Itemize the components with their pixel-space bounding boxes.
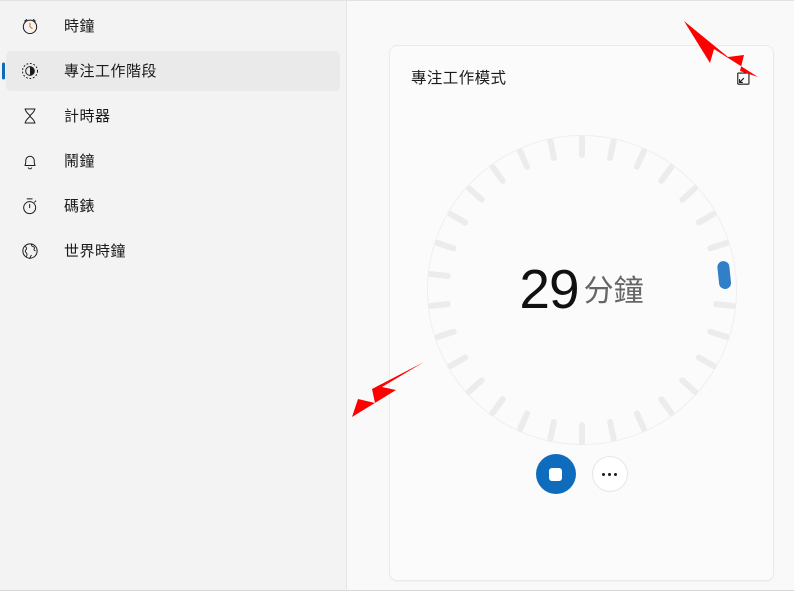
timer-minutes-value: 29 xyxy=(519,257,579,320)
sidebar-item-label: 時鐘 xyxy=(64,17,96,35)
sidebar-item-label: 碼錶 xyxy=(64,197,96,215)
more-ellipsis-icon xyxy=(602,472,605,476)
sidebar-item-world-clock[interactable]: 世界時鐘 xyxy=(6,231,340,271)
dial-readout: 29 分鐘 xyxy=(427,135,737,445)
stopwatch-icon xyxy=(18,194,42,218)
more-options-button[interactable] xyxy=(591,456,628,492)
more-ellipsis-icon xyxy=(614,472,617,476)
pop-out-mini-view-icon[interactable] xyxy=(730,66,756,92)
main-content-area: 專注工作模式 29 分鐘 xyxy=(347,1,794,590)
bell-alarm-icon xyxy=(18,149,42,173)
timer-controls xyxy=(535,454,628,494)
focus-session-card: 專注工作模式 29 分鐘 xyxy=(389,45,774,581)
more-ellipsis-icon xyxy=(608,472,611,476)
stop-button[interactable] xyxy=(535,454,576,494)
focus-timer-dial[interactable]: 29 分鐘 xyxy=(426,135,737,445)
card-title: 專注工作模式 xyxy=(411,70,507,88)
focus-session-icon xyxy=(18,59,42,83)
sidebar-item-timer[interactable]: 計時器 xyxy=(6,96,340,136)
alarm-clock-icon xyxy=(18,14,42,38)
sidebar-item-alarm[interactable]: 鬧鐘 xyxy=(6,141,340,181)
sidebar-navigation: 時鐘 專注工作階段 計時器 鬧鐘 碼錶 世界時鐘 xyxy=(0,1,347,590)
sidebar-item-label: 鬧鐘 xyxy=(64,152,96,170)
sidebar-item-label: 世界時鐘 xyxy=(64,242,127,260)
hourglass-timer-icon xyxy=(18,104,42,128)
clock-app-window: 時鐘 專注工作階段 計時器 鬧鐘 碼錶 世界時鐘 專注工作模式 29 分鐘 xyxy=(0,0,794,591)
sidebar-item-label: 專注工作階段 xyxy=(64,62,158,80)
sidebar-item-label: 計時器 xyxy=(64,107,111,125)
timer-minutes-unit: 分鐘 xyxy=(583,275,644,308)
sidebar-item-clock[interactable]: 時鐘 xyxy=(6,6,340,46)
globe-world-clock-icon xyxy=(18,239,42,263)
sidebar-item-stopwatch[interactable]: 碼錶 xyxy=(6,186,340,226)
stop-square-icon xyxy=(549,467,562,481)
sidebar-item-focus-sessions[interactable]: 專注工作階段 xyxy=(2,51,340,91)
card-header: 專注工作模式 xyxy=(411,66,756,92)
selection-indicator xyxy=(2,62,5,80)
